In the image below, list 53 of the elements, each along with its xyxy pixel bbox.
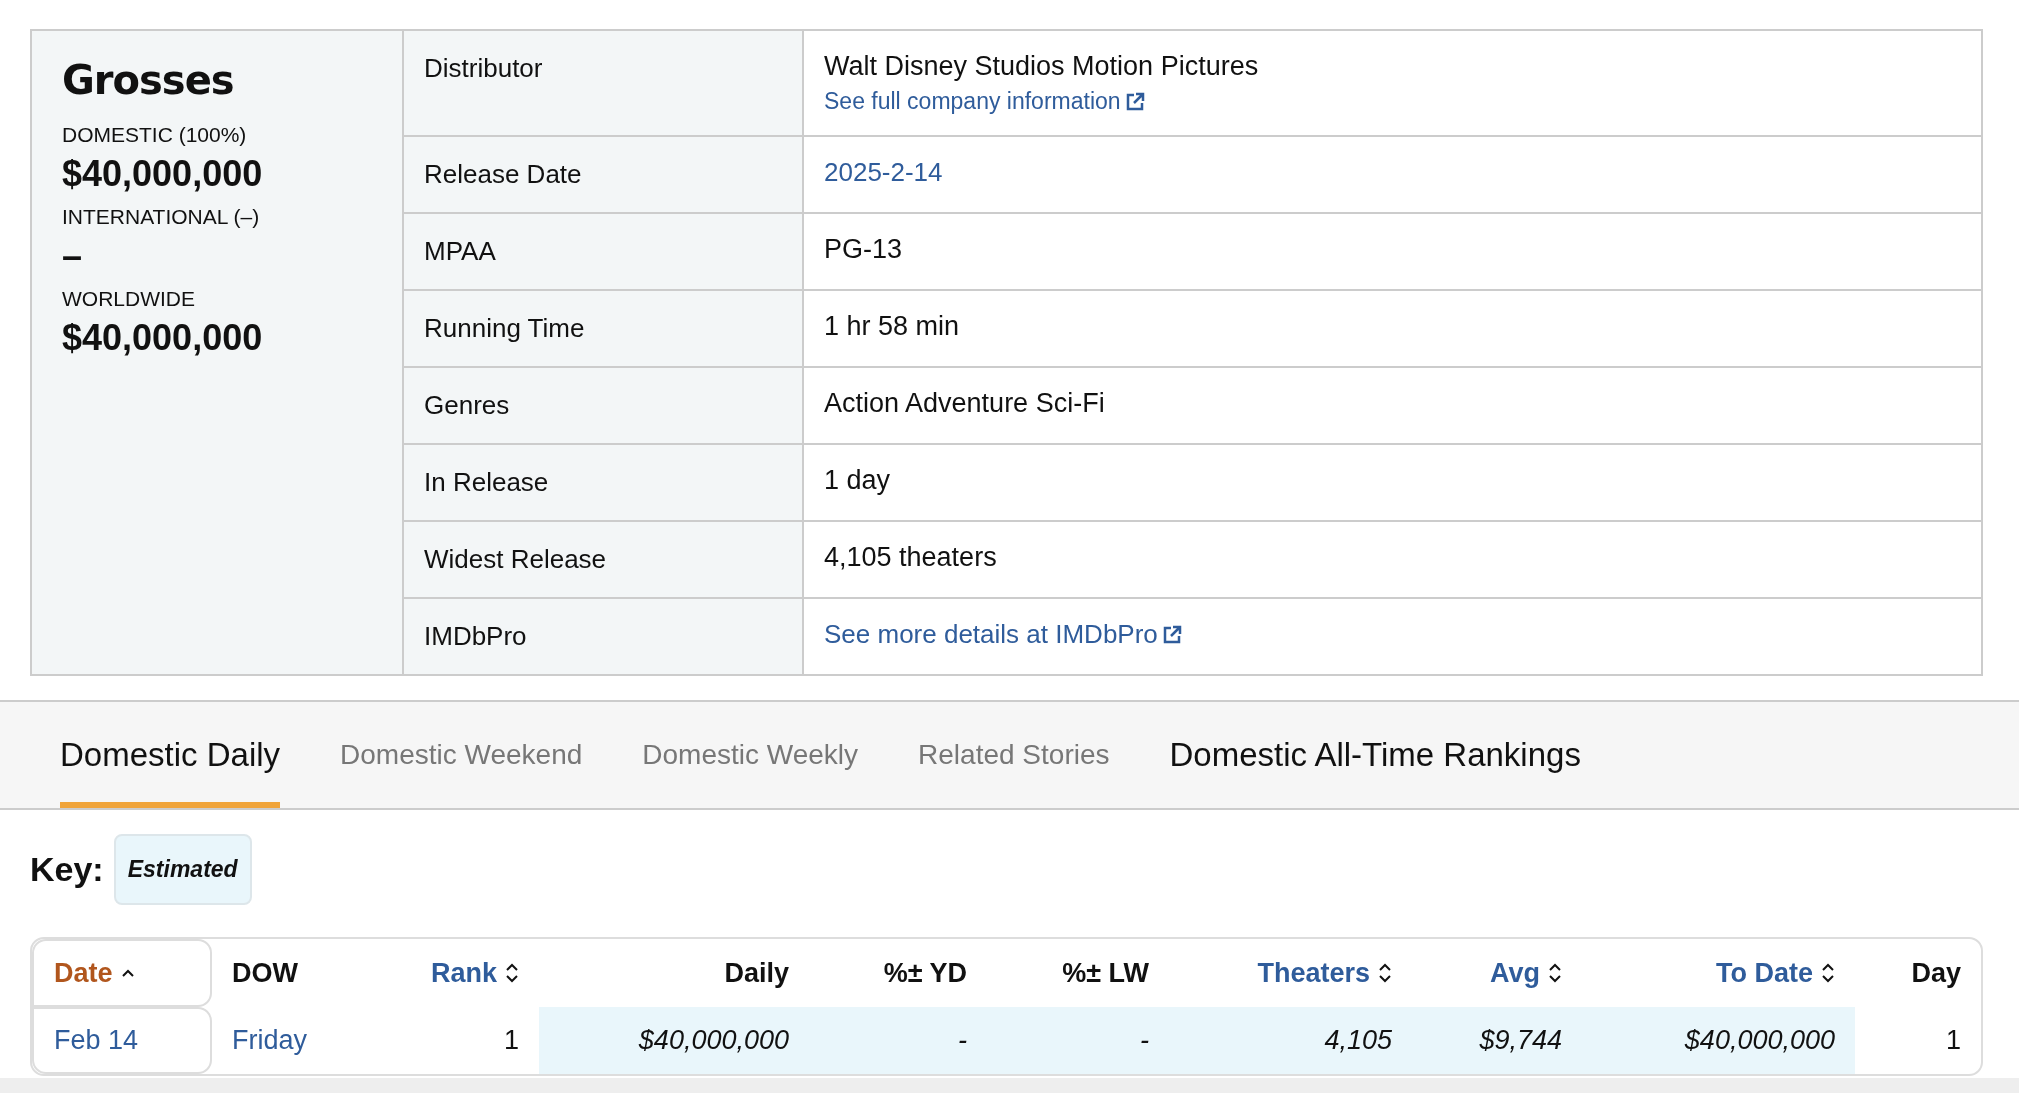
summary-value: 1 hr 58 min (824, 311, 960, 342)
summary-value: 1 day (824, 465, 891, 496)
table-cell: $40,000,000 (1582, 1007, 1855, 1074)
external-link[interactable]: See more details at IMDbPro (824, 619, 1182, 650)
summary-label: Running Time (404, 291, 804, 366)
table-cell-text: 1 (1944, 1024, 1962, 1057)
summary-value: 4,105 theaters (824, 542, 997, 573)
gross-label: WORLDWIDE (62, 287, 196, 311)
sortable-column-header[interactable]: To Date (1716, 957, 1835, 989)
column-header-label: Daily (724, 957, 789, 988)
company-info-link[interactable]: See full company information (824, 88, 1145, 115)
gross-value: $40,000,000 (62, 317, 264, 359)
tab[interactable]: Domestic Weekly (642, 702, 859, 808)
sortable-column-header[interactable]: Rank (430, 957, 519, 989)
tab[interactable]: Related Stories (918, 702, 1110, 808)
gross-label: INTERNATIONAL (–) (62, 205, 261, 229)
table-cell: $40,000,000 (539, 1007, 809, 1074)
summary-value: Walt Disney Studios Motion Pictures (824, 51, 1259, 82)
summary-label: Distributor (404, 31, 804, 135)
column-header-label: %± YD (883, 957, 967, 988)
gross-value: $40,000,000 (62, 153, 264, 195)
release-date-link[interactable]: 2025-2-14 (824, 157, 943, 188)
table-cell: 4,105 (1169, 1007, 1412, 1074)
cell-link[interactable]: Feb 14 (54, 1025, 139, 1055)
external-link-icon (1161, 624, 1182, 645)
summary-label: Genres (404, 368, 804, 443)
summary-value: PG-13 (824, 234, 903, 265)
summary-label: In Release (404, 445, 804, 520)
summary-label: IMDbPro (404, 599, 804, 674)
summary-label: Widest Release (404, 522, 804, 597)
summary-label: MPAA (404, 214, 804, 289)
tab[interactable]: Domestic Weekend (340, 702, 583, 808)
summary-value: Action Adventure Sci-Fi (824, 388, 1105, 419)
column-header-label: DOW (232, 957, 298, 988)
tab[interactable]: Domestic Daily (60, 702, 281, 808)
gross-label: DOMESTIC (100%) (62, 123, 248, 147)
table-cell: - (987, 1007, 1169, 1074)
grosses-title: Grosses (62, 57, 235, 103)
cell-link[interactable]: Friday (232, 1025, 307, 1055)
table-cell-text: 1 (502, 1024, 520, 1057)
sortable-column-header[interactable]: Avg (1490, 957, 1562, 989)
sortable-column-header[interactable]: Theaters (1257, 957, 1392, 989)
table-cell: $9,744 (1412, 1007, 1582, 1074)
external-link-icon (1124, 91, 1145, 112)
column-header-label: %± LW (1062, 957, 1149, 988)
column-header-label: Day (1911, 957, 1961, 988)
rankings-link[interactable]: Domestic All-Time Rankings (1169, 702, 1581, 808)
sortable-column-header[interactable]: Date (54, 957, 135, 989)
estimated-badge: Estimated (113, 834, 252, 905)
gross-value: – (62, 235, 84, 277)
table-cell: - (809, 1007, 987, 1074)
key-label: Key: (30, 850, 104, 889)
summary-label: Release Date (404, 137, 804, 212)
